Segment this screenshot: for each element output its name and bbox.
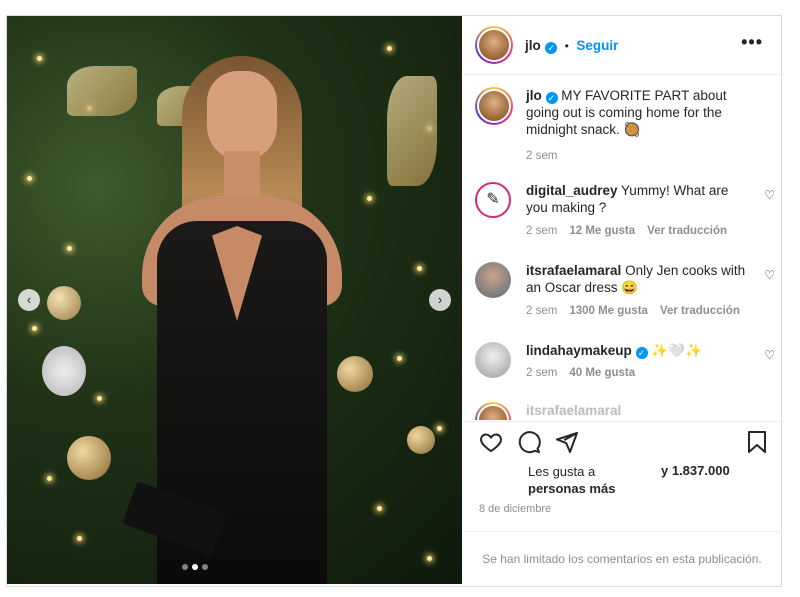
comment-likes[interactable]: 1300 Me gusta — [569, 305, 648, 317]
comment-item: lindahaymakeup ✓ ✨🤍✨ 2 sem 40 Me gusta ♡ — [475, 342, 775, 392]
tree-light — [37, 56, 42, 61]
comment-text: itsrafaelamaral Only Jen cooks with an O… — [526, 262, 746, 296]
comment-body: ✨🤍✨ — [651, 343, 702, 358]
likes-summary[interactable]: Les gusta a personas más — [528, 463, 615, 497]
translate-link[interactable]: Ver traducción — [647, 225, 727, 237]
chevron-right-icon[interactable]: › — [429, 289, 451, 311]
tree-light — [367, 196, 372, 201]
verified-badge-icon: ✓ — [545, 42, 558, 54]
heart-icon[interactable] — [479, 430, 503, 459]
post-card: ‹ › jlo ✓ • Seguir ••• jlo ✓ MY FAVORITE… — [6, 15, 782, 587]
follow-button[interactable]: Seguir — [576, 38, 618, 53]
face — [207, 71, 277, 161]
comment-text: digital_audrey Yummy! What are you makin… — [526, 182, 746, 216]
header-user: jlo ✓ • Seguir — [525, 37, 618, 55]
comments-limited-notice: Se han limitado los comentarios en esta … — [463, 531, 781, 585]
timestamp: 2 sem — [526, 305, 558, 317]
tree-light — [377, 506, 382, 511]
tree-light — [47, 476, 52, 481]
chevron-left-icon[interactable]: ‹ — [18, 289, 40, 311]
caption-text: jlo ✓ MY FAVORITE PART about going out i… — [526, 87, 746, 138]
tree-light — [427, 556, 432, 561]
post-details-panel: jlo ✓ • Seguir ••• jlo ✓ MY FAVORITE PAR… — [463, 16, 781, 584]
verified-badge-icon: ✓ — [545, 92, 558, 104]
gold-bird-ornament — [387, 76, 437, 186]
comment-text: itsrafaelamaral — [526, 402, 746, 419]
likes-line1: Les gusta a — [528, 464, 596, 479]
timestamp: 2 sem — [526, 150, 558, 162]
comment-likes[interactable]: 40 Me gusta — [569, 367, 635, 379]
post-header: jlo ✓ • Seguir ••• — [463, 16, 781, 75]
story-ring[interactable] — [475, 402, 511, 420]
caption-meta: 2 sem — [526, 150, 557, 162]
translate-link[interactable]: Ver traducción — [660, 305, 740, 317]
heart-icon[interactable]: ♡ — [764, 348, 775, 362]
timestamp: 2 sem — [526, 367, 558, 379]
username-link[interactable]: digital_audrey — [526, 183, 618, 198]
tree-light — [32, 326, 37, 331]
timestamp: 2 sem — [526, 225, 558, 237]
tree-light — [67, 246, 72, 251]
comment-item: itsrafaelamaral Only Jen cooks with an O… — [475, 262, 775, 322]
avatar[interactable]: ✎ — [475, 182, 511, 218]
avatar — [477, 28, 511, 62]
separator: • — [564, 39, 569, 53]
comment-meta: 2 sem 40 Me gusta — [526, 367, 635, 379]
tree-light — [97, 396, 102, 401]
tree-light — [397, 356, 402, 361]
comment-meta: 2 sem 1300 Me gusta Ver traducción — [526, 305, 740, 317]
comment-meta: 2 sem 12 Me gusta Ver traducción — [526, 225, 727, 237]
comment-item: itsrafaelamaral — [475, 402, 775, 420]
avatar — [477, 404, 509, 420]
post-image[interactable]: ‹ › — [7, 16, 462, 584]
post-date: 8 de diciembre — [479, 503, 552, 515]
ornament — [42, 346, 86, 396]
caption-item: jlo ✓ MY FAVORITE PART about going out i… — [475, 87, 775, 162]
comment-icon[interactable] — [517, 430, 541, 459]
tree-light — [387, 46, 392, 51]
share-icon[interactable] — [555, 430, 579, 459]
comments-list[interactable]: jlo ✓ MY FAVORITE PART about going out i… — [463, 75, 781, 420]
story-ring[interactable] — [475, 87, 513, 125]
likes-line2[interactable]: personas más — [528, 480, 615, 497]
tree-light — [27, 176, 32, 181]
avatar[interactable] — [475, 262, 511, 298]
heart-icon[interactable]: ♡ — [764, 188, 775, 202]
ornament — [67, 436, 111, 480]
heart-icon[interactable]: ♡ — [764, 268, 775, 282]
ornament — [407, 426, 435, 454]
username-link[interactable]: itsrafaelamaral — [526, 263, 621, 278]
story-ring[interactable] — [475, 26, 513, 64]
more-horizontal-icon[interactable]: ••• — [741, 32, 763, 53]
carousel-dot — [182, 564, 188, 570]
comment-text: lindahaymakeup ✓ ✨🤍✨ — [526, 342, 746, 359]
carousel-dot-active — [192, 564, 198, 570]
comment-likes[interactable]: 12 Me gusta — [569, 225, 635, 237]
avatar[interactable] — [475, 342, 511, 378]
username-link[interactable]: lindahaymakeup — [526, 343, 632, 358]
action-bar — [463, 421, 781, 462]
likes-count[interactable]: y 1.837.000 — [661, 463, 730, 478]
carousel-dots — [182, 564, 208, 570]
tree-light — [77, 536, 82, 541]
ornament — [47, 286, 81, 320]
tree-light — [437, 426, 442, 431]
tree-light — [417, 266, 422, 271]
verified-badge-icon: ✓ — [635, 347, 648, 359]
bookmark-icon[interactable] — [746, 430, 768, 459]
username-link[interactable]: jlo — [526, 88, 542, 103]
username-link[interactable]: jlo — [525, 38, 541, 53]
avatar — [477, 89, 511, 123]
comment-item: ✎ digital_audrey Yummy! What are you mak… — [475, 182, 775, 242]
username-link[interactable]: itsrafaelamaral — [526, 403, 621, 418]
woman-in-black-dress — [112, 46, 362, 584]
carousel-dot — [202, 564, 208, 570]
